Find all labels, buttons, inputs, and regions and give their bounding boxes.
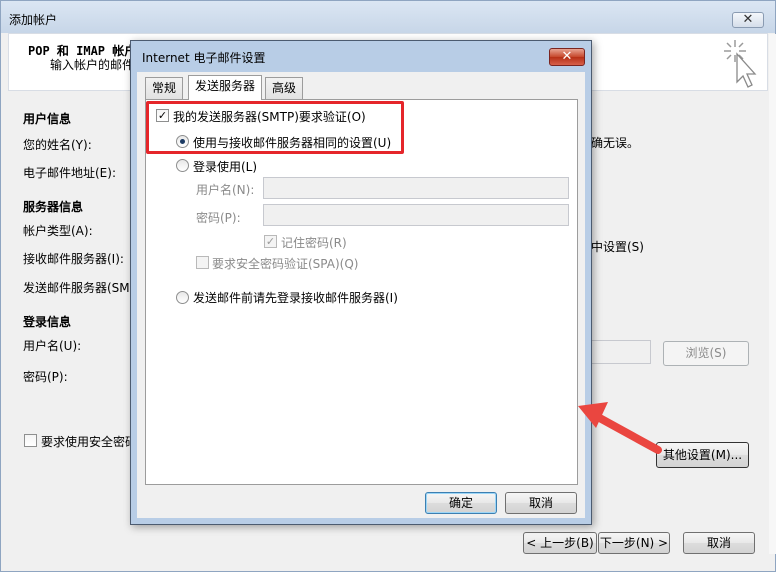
remember-password-label: 记住密码(R) <box>281 236 347 250</box>
outer-username-label: 用户名(U): <box>23 339 82 353</box>
right-edge-strip <box>769 34 776 554</box>
outgoing-server-label: 发送邮件服务器(SM <box>23 281 130 295</box>
outgoing-server-panel: ✓ 我的发送服务器(SMTP)要求验证(O) 使用与接收邮件服务器相同的设置(U… <box>145 99 578 485</box>
login-info-heading: 登录信息 <box>23 315 72 329</box>
your-name-label: 您的姓名(Y): <box>23 138 92 152</box>
right-setting-text: 中设置(S) <box>591 240 644 254</box>
dialog-title: Internet 电子邮件设置 <box>142 51 266 65</box>
login-with-label: 登录使用(L) <box>193 160 258 174</box>
server-info-heading: 服务器信息 <box>23 200 84 214</box>
login-before-send-label: 发送邮件前请先登录接收邮件服务器(I) <box>193 291 398 305</box>
dialog-cancel-button[interactable]: 取消 <box>505 492 577 514</box>
tab-general[interactable]: 常规 <box>145 77 184 99</box>
dialog-close-button[interactable]: ✕ <box>549 48 585 66</box>
more-settings-button[interactable]: 其他设置(M)... <box>656 442 749 468</box>
login-before-send-radio[interactable] <box>176 291 189 304</box>
next-button[interactable]: 下一步(N) > <box>598 532 670 554</box>
dialog-password-label: 密码(P): <box>196 211 241 225</box>
account-type-label: 帐户类型(A): <box>23 224 93 238</box>
outer-password-label: 密码(P): <box>23 370 68 384</box>
dialog-password-field[interactable] <box>263 204 569 226</box>
back-button[interactable]: < 上一步(B) <box>523 532 597 554</box>
outer-cancel-button[interactable]: 取消 <box>683 532 755 554</box>
red-arrow-icon <box>578 402 662 454</box>
require-spa-checkbox[interactable] <box>196 256 209 269</box>
red-highlight-box <box>146 101 404 154</box>
incoming-server-label: 接收邮件服务器(I): <box>23 252 124 266</box>
remember-password-checkbox[interactable]: ✓ <box>264 235 277 248</box>
login-with-radio[interactable] <box>176 159 189 172</box>
dialog-username-field[interactable] <box>263 177 569 199</box>
window-close-button[interactable]: ✕ <box>732 12 764 28</box>
cursor-sparkle-icon <box>724 40 757 88</box>
user-info-heading: 用户信息 <box>23 112 72 126</box>
wizard-header-subtitle: 输入帐户的邮件 <box>50 58 135 72</box>
tab-advanced[interactable]: 高级 <box>265 77 304 99</box>
outer-spa-checkbox[interactable] <box>24 434 37 447</box>
dialog-ok-button[interactable]: 确定 <box>425 492 497 514</box>
dialog-username-label: 用户名(N): <box>196 183 255 197</box>
window-title: 添加帐户 <box>9 13 58 27</box>
browse-button[interactable]: 浏览(S) <box>663 341 749 366</box>
right-hint-text: 确无误。 <box>591 136 640 150</box>
email-address-label: 电子邮件地址(E): <box>23 166 116 180</box>
require-spa-label: 要求安全密码验证(SPA)(Q) <box>212 257 359 271</box>
tab-outgoing-server[interactable]: 发送服务器 <box>188 75 263 100</box>
outer-spa-label: 要求使用安全密码 <box>41 435 138 449</box>
window-titlebar: 添加帐户 ✕ <box>1 1 775 33</box>
